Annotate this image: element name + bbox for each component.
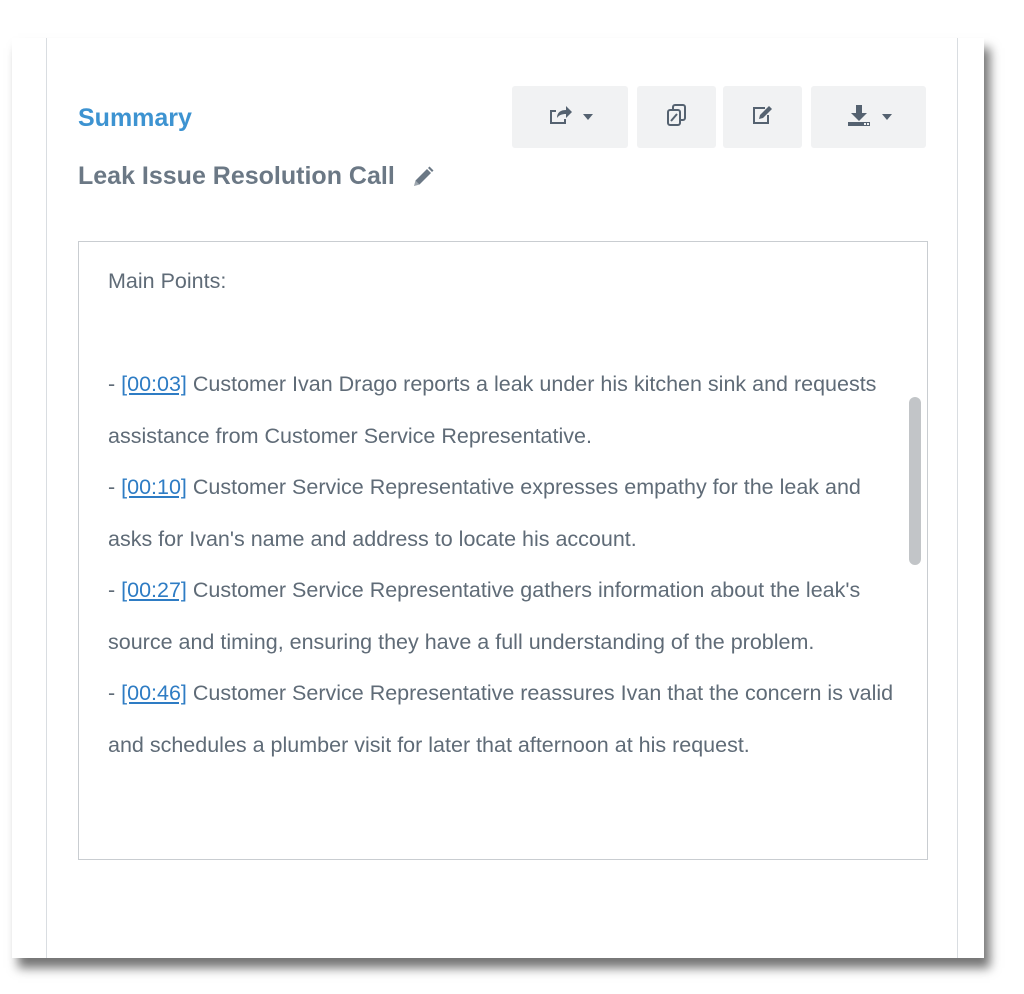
copy-button[interactable] xyxy=(637,86,716,148)
point-text: Customer Service Representative gathers … xyxy=(108,578,861,654)
copy-icon xyxy=(666,103,688,132)
summary-point: - [00:46] Customer Service Representativ… xyxy=(108,668,898,771)
share-icon xyxy=(547,104,573,131)
share-button[interactable] xyxy=(512,86,628,148)
summary-point: - [00:10] Customer Service Representativ… xyxy=(108,462,898,565)
summary-content: Main Points: - [00:03] Customer Ivan Dra… xyxy=(108,256,898,771)
point-text: Customer Service Representative expresse… xyxy=(108,475,861,551)
summary-card: Summary Leak Issue Resolution Call Main … xyxy=(12,38,984,958)
point-text: Customer Ivan Drago reports a leak under… xyxy=(108,372,877,448)
chevron-down-icon xyxy=(583,114,593,120)
point-prefix: - xyxy=(108,578,122,602)
point-text: Customer Service Representative reassure… xyxy=(108,681,894,757)
summary-section-label: Summary xyxy=(78,104,192,132)
edit-icon xyxy=(751,104,775,131)
timestamp-link[interactable]: [00:27] xyxy=(121,578,187,602)
pencil-icon[interactable] xyxy=(411,165,435,189)
main-points-heading: Main Points: xyxy=(108,269,227,293)
chevron-down-icon xyxy=(881,114,892,120)
point-prefix: - xyxy=(108,681,122,705)
summary-point: - [00:27] Customer Service Representativ… xyxy=(108,565,898,668)
download-icon xyxy=(846,103,872,132)
scrollbar-thumb[interactable] xyxy=(909,397,921,565)
call-title-row: Leak Issue Resolution Call xyxy=(78,162,435,191)
timestamp-link[interactable]: [00:03] xyxy=(121,372,187,396)
timestamp-link[interactable]: [00:10] xyxy=(121,475,187,499)
edit-button[interactable] xyxy=(723,86,802,148)
timestamp-link[interactable]: [00:46] xyxy=(121,681,187,705)
point-prefix: - xyxy=(108,475,122,499)
download-button[interactable] xyxy=(811,86,926,148)
summary-point: - [00:03] Customer Ivan Drago reports a … xyxy=(108,359,898,462)
summary-text-area[interactable]: Main Points: - [00:03] Customer Ivan Dra… xyxy=(78,241,928,860)
point-prefix: - xyxy=(108,372,122,396)
call-title: Leak Issue Resolution Call xyxy=(78,162,395,190)
